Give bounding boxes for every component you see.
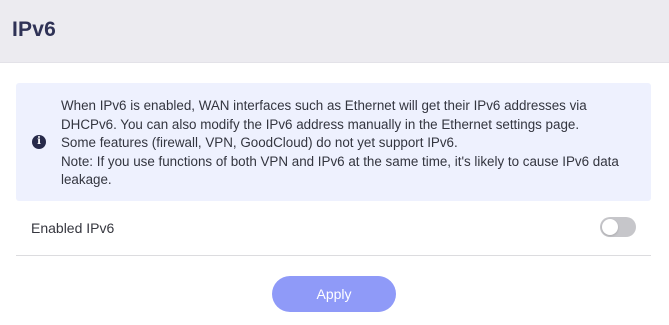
- enable-ipv6-label: Enabled IPv6: [31, 220, 115, 236]
- enable-ipv6-toggle[interactable]: [600, 217, 636, 237]
- toggle-knob: [602, 219, 618, 235]
- page-header: IPv6: [0, 0, 669, 63]
- enable-ipv6-row: Enabled IPv6: [16, 208, 651, 256]
- page-title: IPv6: [12, 18, 56, 41]
- notice-line-leakage-warning: Note: If you use functions of both VPN a…: [61, 153, 619, 188]
- notice-text: When IPv6 is enabled, WAN interfaces suc…: [61, 97, 646, 190]
- notice-line-dhcpv6: When IPv6 is enabled, WAN interfaces suc…: [61, 98, 587, 132]
- notice-line-unsupported-features: Some features (firewall, VPN, GoodCloud)…: [61, 135, 458, 150]
- apply-button[interactable]: Apply: [272, 276, 396, 312]
- info-notice: i When IPv6 is enabled, WAN interfaces s…: [16, 83, 651, 201]
- info-circle-icon: i: [32, 135, 46, 149]
